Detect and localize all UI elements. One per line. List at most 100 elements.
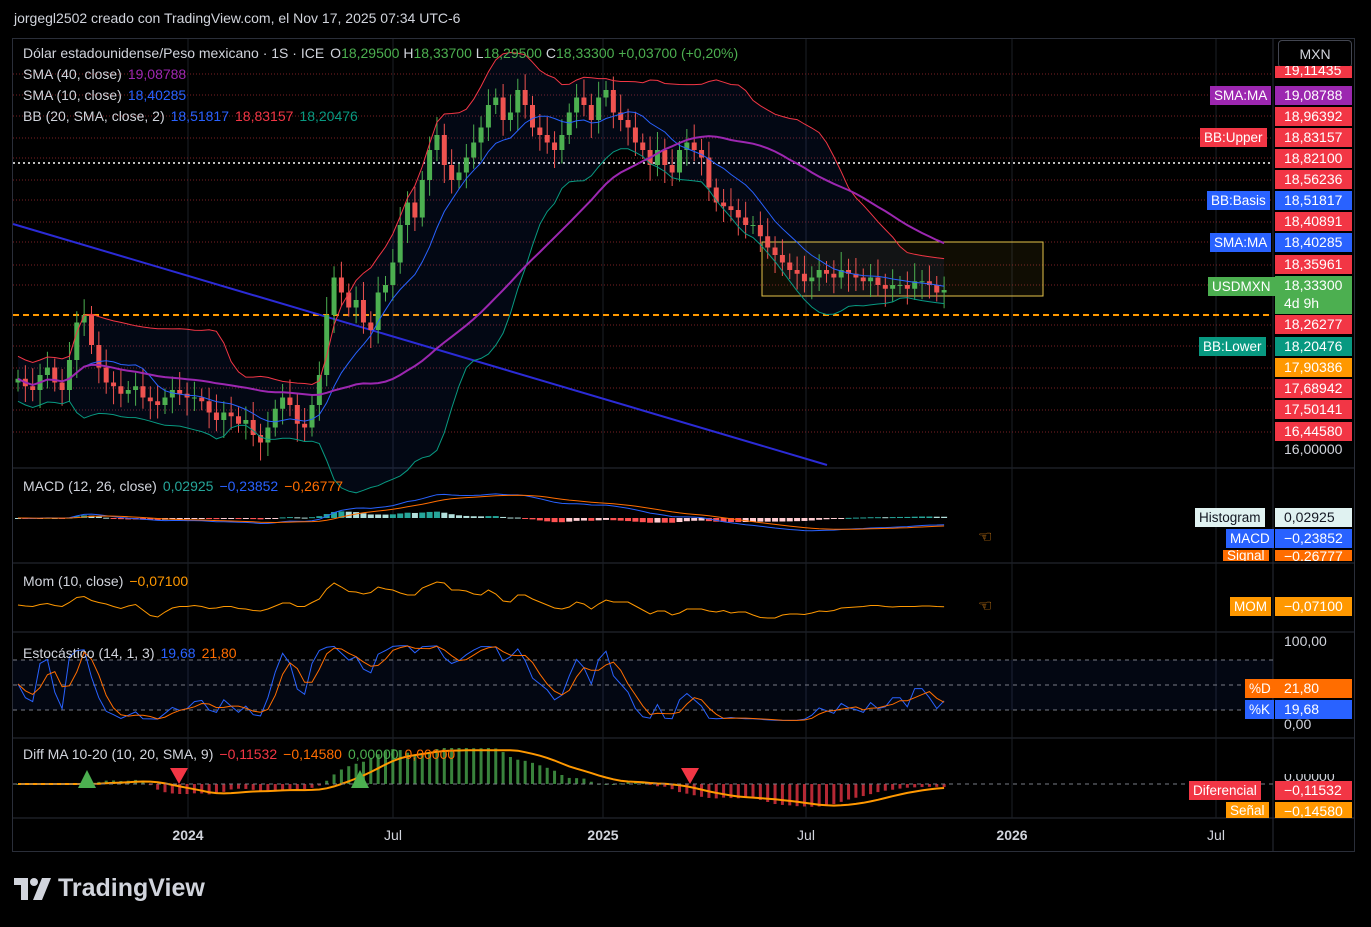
candle-body	[133, 386, 139, 390]
candle-body	[324, 315, 330, 375]
sma-ma-label-tag: SMA:MA	[1210, 86, 1272, 105]
diff-ma-bar	[854, 784, 858, 798]
hand-pointer-icon[interactable]: ☜	[978, 527, 992, 547]
diff-legend[interactable]: Diff MA 10-20 (10, 20, SMA, 9) −0,11532 −0…	[23, 746, 461, 762]
mom-legend[interactable]: Mom (10, close) −0,07100	[23, 573, 194, 589]
chart-canvas[interactable]	[0, 0, 1371, 927]
diff-price-tag: −0,11532	[1275, 781, 1352, 800]
macd-histogram-bar	[632, 518, 639, 522]
tradingview-logo[interactable]: TradingView	[14, 874, 205, 903]
candle-body	[904, 285, 910, 289]
symbol-title[interactable]: Dólar estadounidense/Peso mexicano · 1S …	[23, 45, 324, 61]
macd-histogram-bar	[367, 514, 374, 518]
diff-value-2: −0,14580	[283, 746, 342, 762]
sma10-label-tag: SMA:MA	[1210, 233, 1272, 252]
macd-signal-line	[18, 494, 945, 530]
candle-body	[346, 292, 352, 308]
candle-body	[294, 405, 300, 424]
candle-body	[779, 255, 785, 263]
sma40-legend[interactable]: SMA (40, close) 19,08788	[23, 66, 192, 82]
diff-value-4: 0,00000	[404, 746, 456, 762]
macd-histogram-bar	[279, 517, 286, 519]
macd-histogram-bar	[456, 515, 462, 518]
bb-legend[interactable]: BB (20, SMA, close, 2) 18,51817 18,83157 18…	[23, 108, 364, 124]
macd-histogram-bar	[404, 512, 411, 518]
diff-ma-bar	[883, 784, 887, 791]
ohlc-close: C18,33300	[546, 45, 615, 61]
candle-body	[390, 262, 396, 285]
candle-body	[530, 105, 535, 128]
hand-pointer-icon[interactable]: ☜	[978, 596, 992, 616]
candle-body	[566, 112, 572, 135]
macd-histogram-bar	[478, 516, 485, 518]
macd-histogram-bar	[353, 512, 360, 518]
bb-lower-label-tag: BB:Lower	[1199, 337, 1266, 356]
diff-ma-bar	[163, 784, 167, 793]
ohlc-high: H18,33700	[403, 45, 472, 61]
signal-label-tag: Signal	[1223, 550, 1269, 561]
sma40-value: 19,08788	[127, 66, 187, 82]
diff-ma-bar	[222, 784, 226, 792]
diff-ma-bar	[839, 784, 843, 802]
candle-body	[338, 277, 344, 293]
macd-histogram-bar	[470, 516, 477, 518]
tradingview-logo-icon	[14, 877, 51, 900]
candle-body	[640, 142, 646, 150]
macd-histogram-bar	[213, 518, 220, 520]
candle-body	[721, 202, 727, 207]
candle-body	[677, 150, 682, 173]
candle-body	[500, 97, 506, 120]
candle-body	[162, 397, 168, 405]
sma10-legend[interactable]: SMA (10, close) 18,40285	[23, 87, 192, 103]
price-tag-4: 18,40891	[1275, 212, 1352, 231]
mom-label-tag: MOM	[1230, 597, 1271, 616]
senal-price-tag: −0,14580	[1275, 802, 1352, 818]
candle-body	[213, 412, 219, 420]
macd-histogram-bar	[419, 512, 426, 518]
diff-ma-bar	[560, 775, 564, 784]
price-tag-9: 17,50141	[1275, 400, 1352, 419]
candle-body	[728, 206, 734, 210]
macd-histogram-bar	[794, 518, 801, 522]
candle-body	[515, 90, 521, 113]
macd-histogram-bar	[536, 518, 543, 521]
macd-histogram-bar	[580, 518, 587, 521]
diff-ma-bar	[905, 784, 909, 788]
macd-histogram-bar	[448, 514, 455, 518]
macd-histogram-bar	[522, 518, 529, 519]
macd-histogram-bar	[257, 518, 264, 520]
candle-body	[735, 210, 741, 218]
candle-body	[309, 405, 315, 428]
diff-ma-bar	[237, 784, 240, 789]
macd-signal-value: −0,26777	[284, 478, 344, 494]
macd-histogram-bar	[551, 518, 558, 523]
diff-ma-bar	[773, 784, 777, 805]
candle-body	[243, 420, 249, 424]
bb-label: BB (20, SMA, close, 2)	[23, 108, 165, 124]
sma10-value: 18,40285	[127, 87, 187, 103]
stoch-legend[interactable]: Estocástico (14, 1, 3) 19,68 21,80	[23, 645, 243, 661]
macd-histogram-bar	[110, 518, 117, 519]
macd-histogram-bar	[264, 518, 271, 520]
diff-ma-bar	[295, 784, 299, 790]
macd-histogram-bar	[911, 516, 918, 518]
macd-histogram-bar	[206, 518, 213, 519]
candle-body	[574, 97, 580, 113]
diff-ma-bar	[501, 752, 505, 784]
diff-ma-bar	[788, 784, 792, 806]
candle-body	[118, 386, 124, 394]
candle-body	[625, 120, 631, 128]
currency-button[interactable]: MXN	[1278, 40, 1352, 68]
macd-histogram-bar	[823, 518, 830, 520]
candle-body	[493, 97, 499, 105]
macd-histogram-bar	[933, 516, 940, 518]
high-label: H	[403, 45, 414, 61]
diff-ma-bar	[464, 748, 468, 784]
candle-body	[272, 408, 278, 428]
macd-legend[interactable]: MACD (12, 26, close) 0,02925 −0,23852 −0,26…	[23, 478, 349, 494]
candle-body	[603, 90, 609, 98]
macd-histogram-bar	[874, 517, 881, 519]
macd-histogram-bar	[514, 517, 521, 519]
stoch-axis-bottom: 0,00	[1284, 716, 1312, 732]
candle-body	[485, 105, 491, 128]
